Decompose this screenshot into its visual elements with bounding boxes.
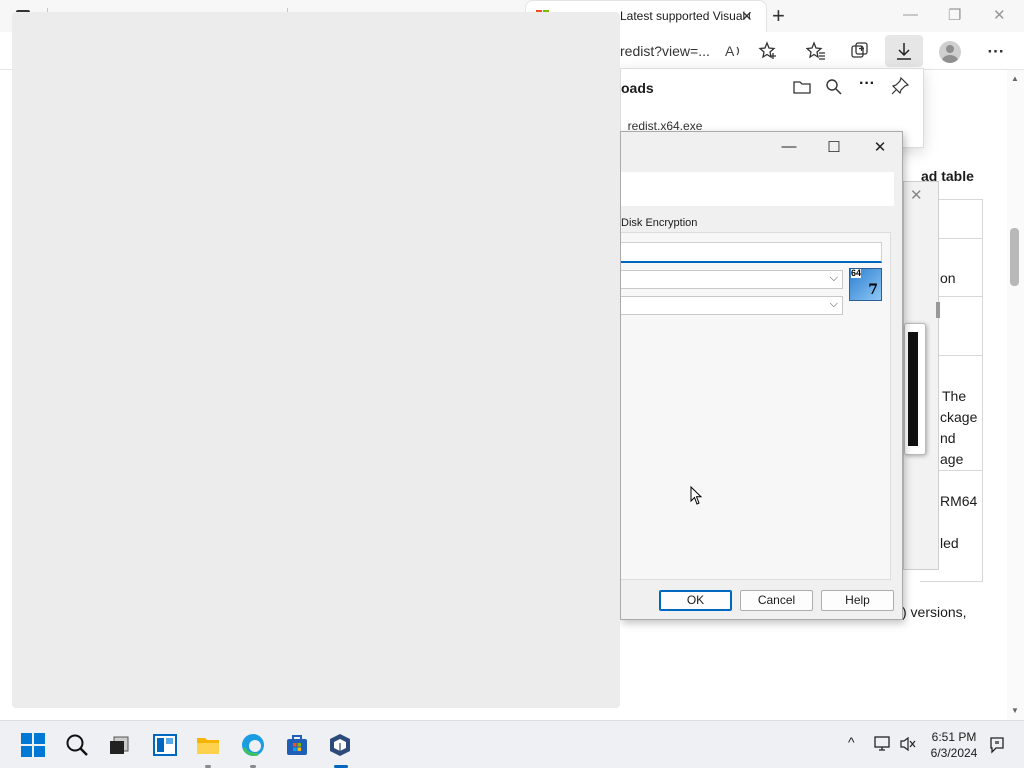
address-bar-text[interactable]: redist?view=... bbox=[620, 43, 710, 59]
window-minimize-button[interactable]: — bbox=[903, 6, 918, 23]
tab-close-icon[interactable]: ✕ bbox=[741, 8, 753, 25]
file-explorer-icon[interactable] bbox=[196, 733, 220, 757]
window-restore-button[interactable]: ❐ bbox=[948, 6, 961, 24]
veracrypt-logo-icon: 64 7 bbox=[849, 268, 882, 301]
collections-icon[interactable] bbox=[849, 41, 871, 63]
dialog-minimize-button[interactable]: — bbox=[774, 138, 804, 156]
background-preview-panel bbox=[904, 323, 926, 455]
settings-group: ⌵ ⌵ 64 7 bbox=[621, 232, 891, 580]
page-text-fragment: on bbox=[940, 270, 956, 286]
chevron-down-icon: ⌵ bbox=[829, 298, 838, 310]
more-options-icon[interactable]: ··· bbox=[985, 41, 1007, 63]
widgets-icon[interactable] bbox=[153, 733, 177, 757]
edge-browser-icon[interactable] bbox=[241, 733, 265, 757]
start-button-icon[interactable] bbox=[21, 733, 45, 757]
downloads-button[interactable] bbox=[885, 35, 923, 67]
taskbar: ^ 6:51 PM 6/3/2024 bbox=[0, 720, 1024, 768]
cancel-button[interactable]: Cancel bbox=[740, 590, 813, 611]
downloads-more-icon[interactable]: ··· bbox=[859, 75, 875, 93]
chevron-down-icon: ⌵ bbox=[829, 272, 838, 284]
ok-button[interactable]: OK bbox=[659, 590, 732, 611]
page-text-fragment: nd bbox=[940, 430, 956, 446]
page-text-fragment: age bbox=[940, 451, 964, 467]
svg-text:A: A bbox=[725, 43, 735, 59]
dialog-close-button[interactable]: ✕ bbox=[865, 138, 895, 156]
notification-icon[interactable] bbox=[988, 736, 1006, 759]
volume-muted-icon[interactable] bbox=[899, 736, 917, 757]
scroll-down-icon[interactable]: ▼ bbox=[1011, 706, 1019, 715]
add-favorite-icon[interactable] bbox=[757, 41, 779, 63]
hash-select[interactable]: ⌵ bbox=[621, 296, 843, 315]
tray-overflow-chevron-icon[interactable]: ^ bbox=[848, 734, 855, 750]
help-button[interactable]: Help bbox=[821, 590, 894, 611]
download-icon bbox=[897, 43, 911, 60]
new-tab-button[interactable]: + bbox=[772, 3, 785, 29]
page-text-fragment: led bbox=[940, 535, 959, 551]
open-folder-icon[interactable] bbox=[793, 78, 811, 101]
tab-title: Latest supported Visual C++ Re bbox=[620, 9, 750, 23]
profile-avatar[interactable] bbox=[939, 41, 961, 63]
background-dialog-close-icon[interactable]: ✕ bbox=[910, 186, 923, 204]
virtualbox-icon[interactable] bbox=[328, 733, 352, 757]
downloads-title: oads bbox=[621, 80, 654, 96]
page-text-fragment: The bbox=[942, 388, 967, 404]
favorites-icon[interactable] bbox=[805, 41, 827, 63]
window-close-button[interactable]: ✕ bbox=[993, 6, 1006, 24]
page-text-fragment: ckage bbox=[940, 409, 978, 425]
clock-time: 6:51 PM bbox=[931, 730, 977, 744]
background-dialog: ✕ bbox=[903, 181, 940, 570]
network-icon[interactable] bbox=[874, 736, 892, 757]
scroll-up-icon[interactable]: ▲ bbox=[1011, 74, 1019, 83]
read-aloud-icon[interactable]: A bbox=[722, 41, 744, 63]
clock-date: 6/3/2024 bbox=[930, 746, 978, 760]
background-scroll-indicator bbox=[936, 302, 940, 318]
task-view-icon[interactable] bbox=[108, 733, 132, 757]
scrollbar-thumb[interactable] bbox=[1010, 228, 1019, 286]
system-clock[interactable]: 6:51 PM 6/3/2024 bbox=[924, 729, 984, 761]
page-text-fragment: RM64 bbox=[940, 493, 978, 509]
blank-window-panel bbox=[12, 12, 620, 708]
search-icon[interactable] bbox=[825, 78, 843, 101]
search-icon[interactable] bbox=[65, 733, 89, 757]
store-icon[interactable] bbox=[285, 733, 309, 757]
algorithm-select[interactable]: ⌵ bbox=[621, 270, 843, 289]
dialog-maximize-button[interactable]: ☐ bbox=[819, 138, 849, 156]
password-field[interactable] bbox=[621, 242, 882, 263]
dialog-header-band bbox=[621, 172, 894, 206]
encryption-dialog: — ☐ ✕ Disk Encryption ⌵ ⌵ 64 7 OK Cancel… bbox=[620, 131, 903, 620]
pin-icon[interactable] bbox=[891, 76, 910, 100]
group-label: Disk Encryption bbox=[621, 217, 698, 229]
page-text-fragment: ) versions, bbox=[902, 604, 967, 620]
mouse-cursor-icon bbox=[690, 486, 703, 505]
page-scrollbar[interactable]: ▲ ▼ bbox=[1007, 70, 1024, 720]
